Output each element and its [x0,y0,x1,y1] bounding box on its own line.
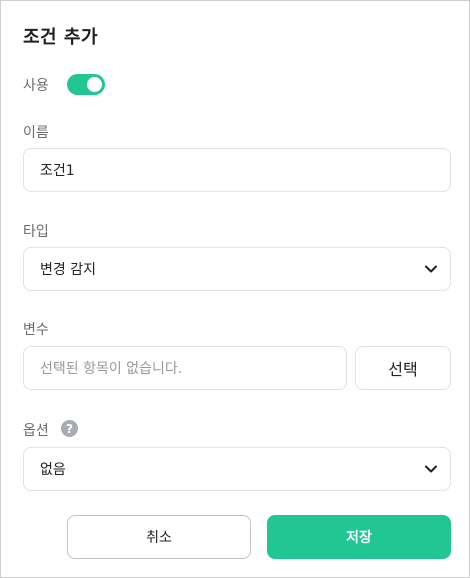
help-icon[interactable]: ? [61,420,78,437]
name-input[interactable]: 조건1 [23,148,451,192]
add-condition-dialog: 조건 추가 사용 이름 조건1 타입 변경 감지 변수 선택된 항목이 없습니다… [0,0,470,578]
name-input-value: 조건1 [40,163,75,179]
dialog-title: 조건 추가 [23,27,99,48]
select-variable-button[interactable]: 선택 [355,346,451,390]
options-select-value: 없음 [40,462,66,478]
variable-label: 변수 [23,322,49,338]
chevron-down-icon [425,465,437,473]
options-select[interactable]: 없음 [23,447,451,491]
type-select[interactable]: 변경 감지 [23,247,451,291]
type-label: 타입 [23,224,49,240]
variable-input[interactable]: 선택된 항목이 없습니다. [23,346,347,390]
options-label: 옵션 [23,423,49,439]
type-select-value: 변경 감지 [40,262,96,278]
cancel-button[interactable]: 취소 [67,515,251,559]
name-label: 이름 [23,125,49,141]
save-button[interactable]: 저장 [267,515,451,559]
toggle-knob [87,77,102,92]
chevron-down-icon [425,265,437,273]
use-label: 사용 [23,78,49,94]
use-toggle[interactable] [67,74,105,95]
variable-placeholder: 선택된 항목이 없습니다. [40,361,183,377]
